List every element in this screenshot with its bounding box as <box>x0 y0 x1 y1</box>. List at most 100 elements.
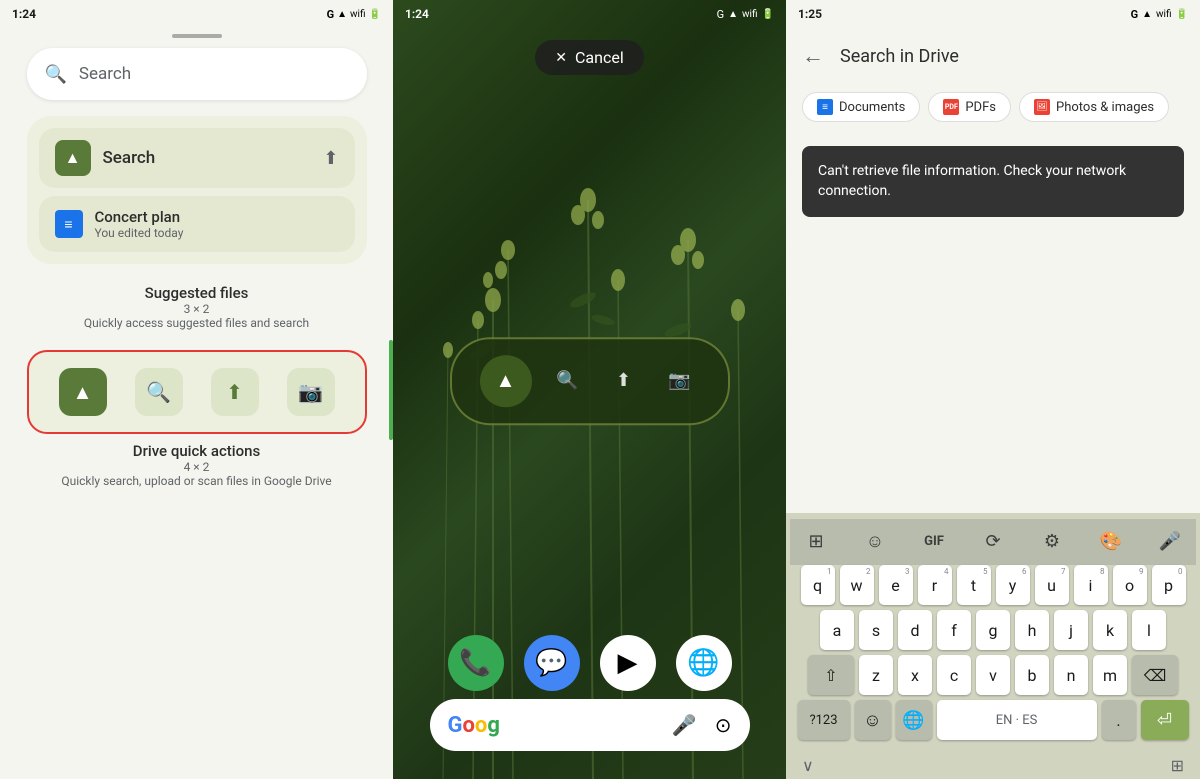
drive-triangle-icon: ▲ <box>65 148 81 168</box>
widget-concert-item[interactable]: ≡ Concert plan You edited today <box>39 196 355 252</box>
pdf-filter-icon: PDF <box>943 99 959 115</box>
dock-play-icon[interactable]: ▶ <box>600 635 656 691</box>
status-icons-3: G ▲ wifi 🔋 <box>1131 8 1188 21</box>
wifi-icon-1: wifi <box>350 9 366 20</box>
key-y[interactable]: y6 <box>996 565 1030 605</box>
quick-actions-size: 4 × 2 <box>27 460 367 474</box>
qa-camera-icon[interactable]: 📷 <box>287 368 335 416</box>
keyboard-gif-icon[interactable]: GIF <box>916 523 952 559</box>
phone-icon: 📞 <box>459 648 491 678</box>
key-enter[interactable]: ⏎ <box>1141 700 1189 740</box>
cancel-button[interactable]: ✕ Cancel <box>535 40 643 75</box>
key-g[interactable]: g <box>976 610 1010 650</box>
search-icon-qa: 🔍 <box>146 380 171 404</box>
doc-icon-concert: ≡ <box>55 210 83 238</box>
drive-main-icon[interactable]: ▲ <box>480 355 532 407</box>
qa-upload-icon[interactable]: ⬆ <box>211 368 259 416</box>
upload-icon-float: ⬆ <box>616 370 631 391</box>
dock-messages-icon[interactable]: 💬 <box>524 635 580 691</box>
drive-icon-search: ▲ <box>55 140 91 176</box>
key-m[interactable]: m <box>1093 655 1127 695</box>
upload-icon-qa: ⬆ <box>226 380 243 404</box>
key-n[interactable]: n <box>1054 655 1088 695</box>
camera-icon-qa: 📷 <box>298 380 323 404</box>
status-icons-2: G ▲ wifi 🔋 <box>717 8 774 21</box>
keyboard-grid-icon[interactable]: ⊞ <box>798 523 834 559</box>
key-backspace[interactable]: ⌫ <box>1132 655 1178 695</box>
key-k[interactable]: k <box>1093 610 1127 650</box>
key-shift[interactable]: ⇧ <box>808 655 854 695</box>
keyboard-grid-bottom-icon[interactable]: ⊞ <box>1171 756 1184 775</box>
error-box: Can't retrieve file information. Check y… <box>802 146 1184 217</box>
status-time-3: 1:25 <box>798 7 822 21</box>
key-t[interactable]: t5 <box>957 565 991 605</box>
key-z[interactable]: z <box>859 655 893 695</box>
keyboard-emoji-icon[interactable]: ☺ <box>857 523 893 559</box>
page-title: Search in Drive <box>840 46 959 67</box>
upload-icon-floating[interactable]: ⬆ <box>604 361 644 401</box>
key-p[interactable]: p0 <box>1152 565 1186 605</box>
keyboard-translate-icon[interactable]: ⟳ <box>975 523 1011 559</box>
key-u[interactable]: u7 <box>1035 565 1069 605</box>
widget-search-item[interactable]: ▲ Search ⬆ <box>39 128 355 188</box>
key-w[interactable]: w2 <box>840 565 874 605</box>
google-logo: Goog <box>448 713 500 738</box>
key-space[interactable]: EN · ES <box>937 700 1097 740</box>
quick-actions-title: Drive quick actions <box>27 442 367 460</box>
cancel-x-icon: ✕ <box>555 50 567 66</box>
search-icon-floating[interactable]: 🔍 <box>548 361 588 401</box>
dock-chrome-icon[interactable]: 🌐 <box>676 635 732 691</box>
g-icon-3: G <box>1131 8 1139 21</box>
chevron-down-icon[interactable]: ∨ <box>802 756 814 775</box>
signal-icon-3: ▲ <box>1142 9 1152 20</box>
key-j[interactable]: j <box>1054 610 1088 650</box>
qa-drive-icon[interactable]: ▲ <box>59 368 107 416</box>
keyboard-voice-icon[interactable]: 🎤 <box>1152 523 1188 559</box>
key-f[interactable]: f <box>937 610 971 650</box>
quick-actions-desc: Quickly search, upload or scan files in … <box>27 474 367 488</box>
cancel-label: Cancel <box>575 48 624 67</box>
filter-pdfs[interactable]: PDF PDFs <box>928 92 1011 122</box>
key-b[interactable]: b <box>1015 655 1049 695</box>
camera-icon-floating[interactable]: 📷 <box>660 361 700 401</box>
key-a[interactable]: a <box>820 610 854 650</box>
doc-lines-icon: ≡ <box>64 216 72 233</box>
key-numbers[interactable]: ?123 <box>798 700 850 740</box>
search-icon-float: 🔍 <box>556 370 578 391</box>
key-i[interactable]: i8 <box>1074 565 1108 605</box>
keyboard-row-2: a s d f g h j k l <box>790 610 1196 650</box>
drive-logo-icon: ▲ <box>73 380 93 405</box>
key-v[interactable]: v <box>976 655 1010 695</box>
filter-photos[interactable]: 🖼 Photos & images <box>1019 92 1169 122</box>
back-button[interactable]: ← <box>802 43 824 69</box>
filter-documents[interactable]: ≡ Documents <box>802 92 920 122</box>
concert-plan-title: Concert plan <box>95 208 184 226</box>
g-icon-1: G <box>327 8 335 21</box>
key-r[interactable]: r4 <box>918 565 952 605</box>
key-l[interactable]: l <box>1132 610 1166 650</box>
panel-3-search-drive: 1:25 G ▲ wifi 🔋 ← Search in Drive ≡ Docu… <box>786 0 1200 779</box>
key-q[interactable]: q1 <box>801 565 835 605</box>
search-bar-2[interactable]: Goog 🎤 ⊙ <box>430 699 750 751</box>
search-header: ← Search in Drive <box>786 28 1200 84</box>
search-bar-1[interactable]: 🔍 Search <box>27 48 367 100</box>
keyboard-row-1: q1 w2 e3 r4 t5 y6 u7 i8 o9 p0 <box>790 565 1196 605</box>
key-period[interactable]: . <box>1102 700 1136 740</box>
key-o[interactable]: o9 <box>1113 565 1147 605</box>
dock-phone-icon[interactable]: 📞 <box>448 635 504 691</box>
qa-search-icon[interactable]: 🔍 <box>135 368 183 416</box>
key-x[interactable]: x <box>898 655 932 695</box>
key-s[interactable]: s <box>859 610 893 650</box>
keyboard-settings-icon[interactable]: ⚙ <box>1034 523 1070 559</box>
voice-search-icon[interactable]: 🎤 <box>672 713 697 737</box>
upload-icon-1[interactable]: ⬆ <box>323 148 338 169</box>
key-globe[interactable]: 🌐 <box>896 700 932 740</box>
keyboard-theme-icon[interactable]: 🎨 <box>1093 523 1129 559</box>
keyboard: ⊞ ☺ GIF ⟳ ⚙ 🎨 🎤 q1 w2 e3 r4 t5 y6 u7 i8 … <box>786 513 1200 751</box>
key-h[interactable]: h <box>1015 610 1049 650</box>
key-c[interactable]: c <box>937 655 971 695</box>
key-e[interactable]: e3 <box>879 565 913 605</box>
lens-icon[interactable]: ⊙ <box>715 713 732 737</box>
key-d[interactable]: d <box>898 610 932 650</box>
key-emoji[interactable]: ☺ <box>855 700 891 740</box>
